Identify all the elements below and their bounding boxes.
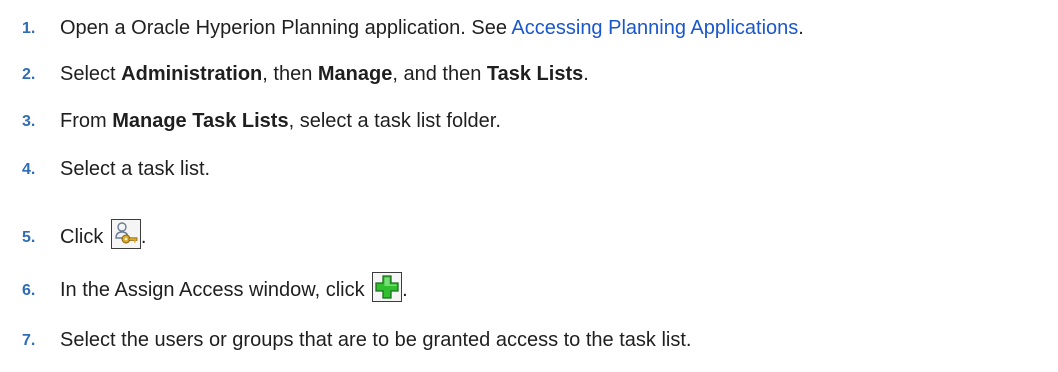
- procedure-steps: 1. Open a Oracle Hyperion Planning appli…: [0, 0, 1058, 372]
- step-number: 7.: [22, 332, 36, 349]
- step-number: 3.: [22, 113, 36, 130]
- step-number: 4.: [22, 161, 36, 178]
- step-number: 6.: [22, 282, 36, 299]
- step-text: Select Administration, then Manage, and …: [60, 63, 589, 85]
- step-text: Click .: [60, 219, 146, 249]
- add-plus-icon[interactable]: [372, 272, 403, 302]
- step-text: Select the users or groups that are to b…: [60, 329, 692, 351]
- step-text: In the Assign Access window, click .: [60, 272, 408, 302]
- step-text: Open a Oracle Hyperion Planning applicat…: [60, 17, 804, 39]
- step-text: Select a task list.: [60, 158, 211, 180]
- step-number: 1.: [22, 20, 36, 37]
- accessing-planning-applications-link[interactable]: Accessing Planning Applications: [511, 17, 798, 39]
- step-number: 5.: [22, 229, 36, 246]
- step-text: From Manage Task Lists, select a task li…: [60, 110, 501, 132]
- step-number: 2.: [22, 66, 36, 83]
- assign-access-key-user-icon[interactable]: [110, 219, 141, 249]
